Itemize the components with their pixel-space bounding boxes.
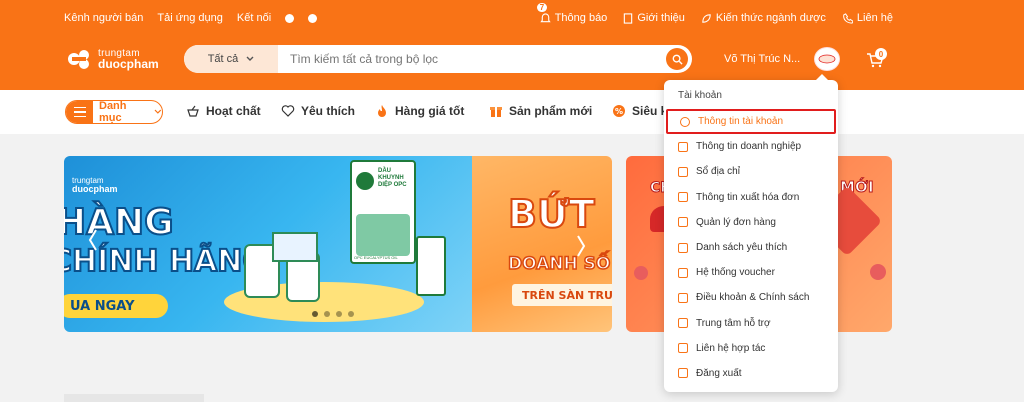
logo-text-line2: duocpham <box>98 57 159 71</box>
avatar-logo-icon <box>818 54 836 64</box>
search-icon <box>672 54 683 65</box>
business-info-item[interactable]: Thông tin doanh nghiệp <box>664 134 838 159</box>
carousel-dot[interactable] <box>312 311 318 317</box>
invoice-info-item[interactable]: Thông tin xuất hóa đơn <box>664 185 838 210</box>
users-icon <box>678 141 688 152</box>
mortar-icon <box>187 105 199 117</box>
partnership-contact-item[interactable]: Liên hệ hợp tác <box>664 336 838 361</box>
connect-label: Kết nối <box>236 12 272 24</box>
hamburger-icon <box>66 101 93 123</box>
address-book-icon <box>678 166 688 177</box>
nav-item-favorites[interactable]: Yêu thích <box>281 104 355 118</box>
logo-mark-icon <box>64 44 94 74</box>
product-small-box <box>416 236 446 296</box>
ornament-icon <box>870 264 886 280</box>
heart-icon <box>678 242 688 253</box>
policy-icon <box>678 292 688 303</box>
heart-icon <box>281 105 295 117</box>
product-logo-icon <box>356 172 374 190</box>
wishlist-item[interactable]: Danh sách yêu thích <box>664 235 838 260</box>
carousel-dot[interactable] <box>336 311 342 317</box>
account-menu-list: Thông tin tài khoản Thông tin doanh nghi… <box>664 109 838 386</box>
chevron-down-icon <box>154 109 162 114</box>
account-dropdown: Tài khoản Thông tin tài khoản Thông tin … <box>664 74 838 392</box>
nav-item-new-products[interactable]: Sản phẩm mới <box>489 104 592 118</box>
account-dropdown-title: Tài khoản <box>678 90 722 101</box>
carousel-dot[interactable] <box>324 311 330 317</box>
address-book-item[interactable]: Sổ địa chỉ <box>664 159 838 184</box>
logout-icon <box>678 368 688 379</box>
product-box <box>272 232 318 262</box>
user-name[interactable]: Võ Thị Trúc N... <box>724 53 800 65</box>
discount-tag-icon: % <box>613 105 625 117</box>
banner-prev-icon[interactable] <box>88 228 98 252</box>
nav-item-best-price[interactable]: Hàng giá tốt <box>375 104 464 118</box>
contact-link[interactable]: Liên hệ <box>842 12 893 24</box>
terms-policy-item[interactable]: Điều khoản & Chính sách <box>664 285 838 310</box>
banner-cta-text: UA NGAY <box>70 299 135 314</box>
about-link[interactable]: Giới thiệu <box>623 12 685 24</box>
pharma-knowledge-link[interactable]: Kiến thức ngành dược <box>701 12 826 24</box>
promo-banner-boost-sales[interactable]: BỨT DOANH SỐ TRÊN SÀN TRUN <box>472 156 612 332</box>
order-icon <box>678 217 688 228</box>
document-icon <box>624 12 633 24</box>
nav-item-super-deals[interactable]: % Siêu k <box>612 104 667 118</box>
invoice-icon <box>678 192 688 203</box>
avatar[interactable] <box>814 47 840 71</box>
logout-item[interactable]: Đăng xuất <box>664 361 838 386</box>
messenger-icon[interactable] <box>308 13 318 23</box>
phone-icon <box>678 343 688 354</box>
nav-item-active-ingredients[interactable]: Hoạt chất <box>186 104 261 118</box>
category-nav: Danh mục Hoạt chất Yêu thích Hàng giá tố… <box>0 90 1024 134</box>
product-label: OPC EUCALYPTUS OIL <box>354 255 398 260</box>
leaf-icon <box>702 13 711 23</box>
search-category-select[interactable]: Tất cả <box>184 45 278 73</box>
support-center-item[interactable]: Trung tâm hỗ trợ <box>664 311 838 336</box>
banner-headline-1: HÀNG <box>64 201 175 244</box>
facebook-icon[interactable] <box>285 13 295 23</box>
banner-b-sub: TRÊN SÀN TRUN <box>522 289 612 302</box>
notifications-link[interactable]: 7 Thông báo <box>536 3 607 24</box>
fire-icon <box>378 105 386 117</box>
voucher-system-item[interactable]: Hệ thống voucher <box>664 260 838 285</box>
banner-b-headline-1: BỨT <box>507 191 596 237</box>
product-bottle-image <box>356 214 410 256</box>
product-oil-box: DẦU KHUYNH DIỆP OPC OPC EUCALYPTUS OIL <box>350 160 416 264</box>
download-app-link[interactable]: Tải ứng dụng <box>157 12 222 24</box>
promo-banner-genuine-products[interactable]: trungtam duocpham HÀNG CHÍNH HÃNG UA NGA… <box>64 156 472 332</box>
topbar: Kênh người bán Tải ứng dụng Kết nối 7 Th… <box>0 3 1024 28</box>
order-management-item[interactable]: Quản lý đơn hàng <box>664 210 838 235</box>
banner-next-icon[interactable] <box>576 234 586 258</box>
cart-count-badge: 0 <box>875 48 887 60</box>
phone-icon <box>843 12 853 24</box>
account-info-item[interactable]: Thông tin tài khoản <box>666 109 836 135</box>
category-menu-button[interactable]: Danh mục <box>65 100 163 124</box>
gift-icon <box>490 107 502 117</box>
support-icon <box>678 318 688 329</box>
bell-icon <box>540 12 551 22</box>
search-input[interactable] <box>290 51 650 67</box>
user-icon <box>680 116 690 127</box>
section-heading-placeholder <box>64 394 204 402</box>
chevron-down-icon <box>246 56 254 61</box>
carousel-dot[interactable] <box>348 311 354 317</box>
voucher-icon <box>678 267 688 278</box>
svg-text:%: % <box>615 107 623 116</box>
notification-count-badge: 7 <box>536 3 548 12</box>
search-bar: Tất cả <box>184 45 692 73</box>
ornament-icon <box>634 266 648 280</box>
carousel-dots <box>312 311 354 317</box>
seller-channel-link[interactable]: Kênh người bán <box>64 12 143 24</box>
site-logo[interactable]: trungtam duocpham <box>64 44 159 74</box>
header: Kênh người bán Tải ứng dụng Kết nối 7 Th… <box>0 0 1024 90</box>
search-button[interactable] <box>666 48 688 70</box>
banner-brand-line2: duocpham <box>72 184 118 194</box>
banner-b-headline-2: DOANH SỐ <box>507 253 611 275</box>
